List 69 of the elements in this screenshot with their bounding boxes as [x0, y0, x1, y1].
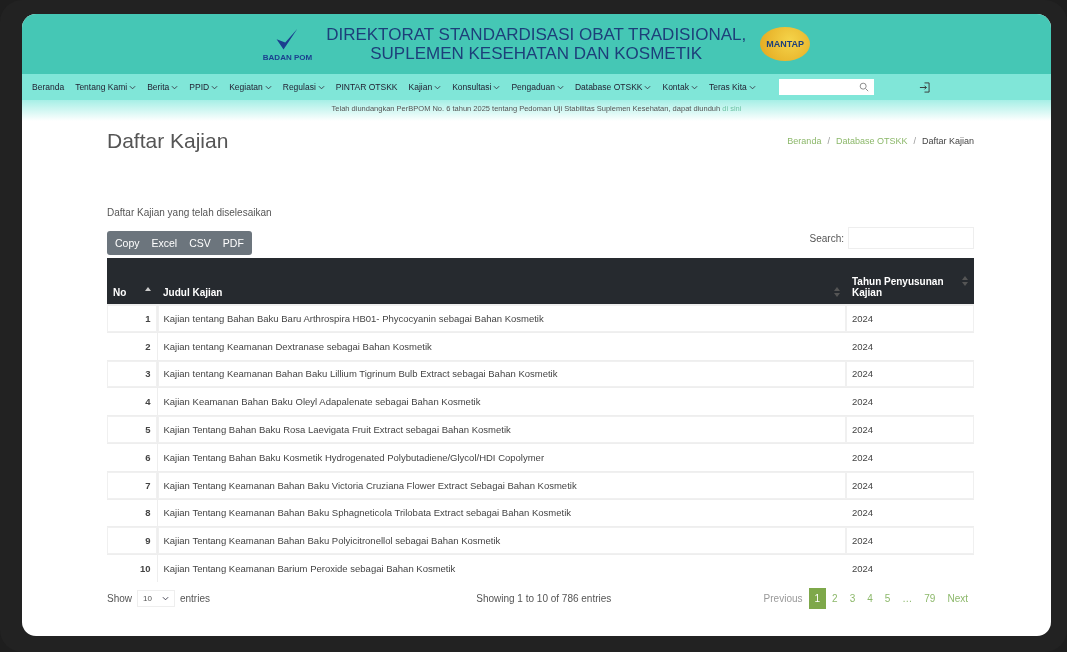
nav-item[interactable]: Pengaduan [511, 82, 564, 92]
search-field[interactable] [778, 79, 874, 95]
chevron-down-icon [493, 84, 501, 90]
table-cell: 9 [107, 526, 157, 555]
entries-select[interactable]: 10 [137, 589, 175, 607]
page-title: Daftar Kajian [107, 129, 229, 153]
show-label: Show [107, 592, 132, 604]
table-cell: 2024 [846, 360, 974, 388]
chevron-down-icon [434, 84, 442, 90]
site-title: DIREKTORAT STANDARDISASI OBAT TRADISIONAL, [326, 25, 747, 44]
nav-item[interactable]: Kegiatan [229, 82, 272, 92]
breadcrumb-separator: / [827, 136, 830, 146]
table-cell: Kajian Tentang Bahan Baku Rosa Laevigata Fruit Extract sebagai Bahan Kosmetik [157, 415, 846, 444]
breadcrumb-separator: / [913, 136, 916, 146]
nav-item[interactable]: Beranda [32, 82, 65, 92]
table-cell: Kajian Tentang Keamanan Bahan Baku Victoria Cruziana Flower Extract Sebagai Bahan Kosmetik [157, 471, 846, 500]
table-cell: 2024 [846, 304, 974, 333]
search-label: Search: [809, 232, 844, 244]
export-button[interactable]: Excel [145, 231, 184, 255]
program-logo: MANTAP [760, 27, 811, 61]
sort-icon [962, 276, 968, 286]
table-cell: 5 [107, 415, 157, 444]
export-button[interactable]: CSV [183, 231, 217, 255]
nav-item[interactable]: Database OTSKK [574, 82, 652, 92]
table-cell: 2024 [846, 471, 974, 500]
chevron-down-icon [748, 84, 756, 90]
sort-icon [834, 287, 840, 297]
nav-item[interactable]: Regulasi [282, 82, 325, 92]
entries-label: entries [179, 592, 210, 604]
chevron-down-icon [556, 84, 564, 90]
column-header[interactable]: Judul Kajian [157, 258, 846, 305]
table-cell: 7 [107, 471, 157, 500]
table-cell: Kajian Tentang Keamanan Bahan Baku Polyicitronellol sebagai Bahan Kosmetik [157, 526, 846, 555]
column-header[interactable]: No [107, 258, 157, 305]
table-cell: Kajian Tentang Keamanan Barium Peroxide sebagai Bahan Kosmetik [157, 554, 846, 582]
agency-logo: BADAN POM [262, 26, 313, 62]
table-cell: 2024 [846, 554, 974, 582]
description-text: Daftar Kajian yang telah diselesaikan [107, 207, 273, 218]
chevron-down-icon [644, 84, 652, 90]
table-cell: 3 [107, 360, 157, 388]
table-cell: Kajian tentang Keamanan Bahan Baku Lillium Tigrinum Bulb Extract sebagai Bahan Kosmetik [157, 360, 846, 388]
export-button[interactable]: PDF [216, 231, 250, 255]
nav-item[interactable]: Kontak [662, 82, 698, 92]
chevron-down-icon [129, 84, 137, 90]
search-icon [858, 82, 869, 92]
column-header[interactable]: Tahun Penyusunan Kajian [846, 258, 974, 305]
nav-item[interactable]: Berita [147, 82, 179, 92]
chevron-down-icon [171, 84, 179, 90]
table-cell: 1 [107, 304, 157, 333]
nav-item[interactable]: Tentang Kami [75, 82, 137, 92]
chevron-down-icon [264, 84, 272, 90]
chevron-down-icon [690, 84, 698, 90]
chevron-down-icon [161, 595, 169, 601]
export-button[interactable]: Copy [109, 231, 146, 255]
table-cell: 10 [107, 554, 157, 582]
breadcrumb-item: Daftar Kajian [921, 136, 974, 146]
chevron-down-icon [317, 84, 325, 90]
nav-item[interactable]: Teras Kita [708, 82, 756, 92]
login-icon[interactable] [918, 81, 930, 93]
table-info: Showing 1 to 10 of 786 entries [475, 592, 612, 604]
nav-item[interactable]: Konsultasi [452, 82, 501, 92]
table-cell: 2024 [846, 415, 974, 444]
chevron-down-icon [211, 84, 219, 90]
site-subtitle: SUPLEMEN KESEHATAN DAN KOSMETIK [369, 44, 704, 63]
table-cell: 2024 [846, 526, 974, 555]
nav-item[interactable]: Kajian [408, 82, 442, 92]
table-cell: Kajian tentang Bahan Baku Baru Arthrospira HB01- Phycocyanin sebagai Bahan Kosmetik [157, 304, 846, 333]
nav-item[interactable]: PINTAR OTSKK [335, 82, 398, 92]
nav-item[interactable]: PPID [189, 82, 219, 92]
